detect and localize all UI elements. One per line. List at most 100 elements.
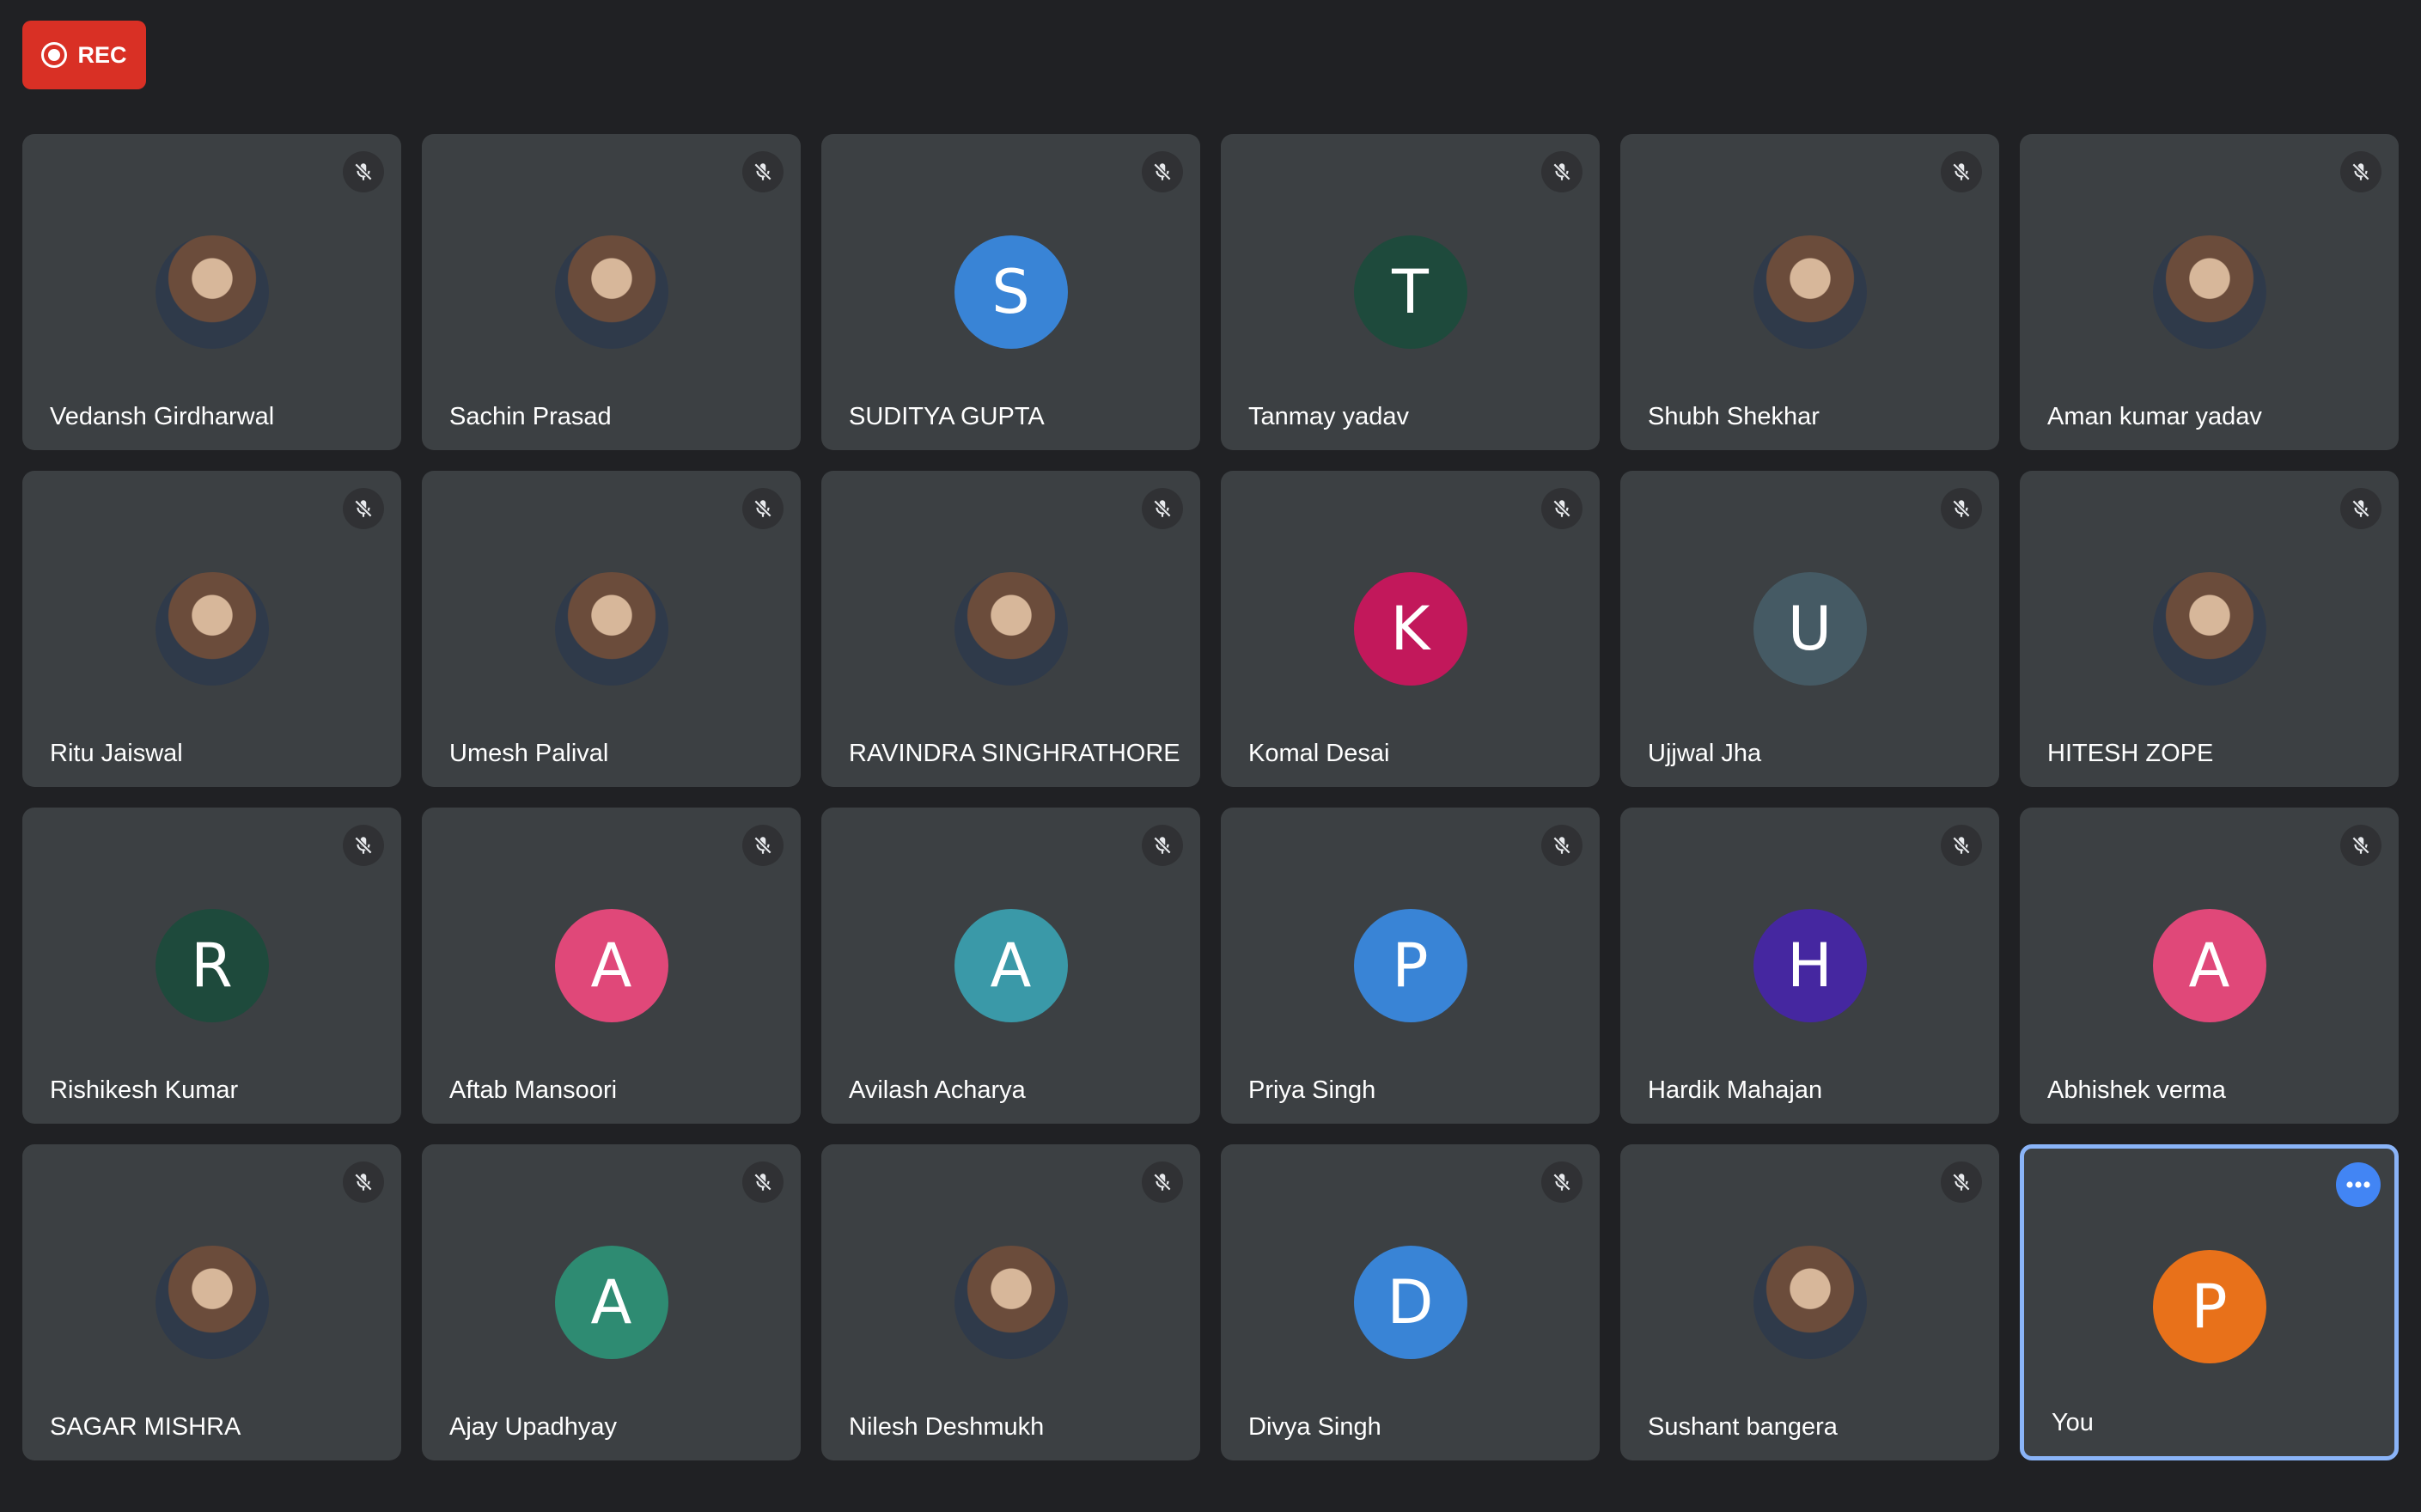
mic-muted-icon <box>742 1161 784 1203</box>
mic-muted-icon <box>742 825 784 866</box>
mic-muted-icon <box>1142 488 1183 529</box>
avatar-initial: H <box>1753 909 1867 1022</box>
participant-name: Sushant bangera <box>1648 1413 1838 1441</box>
more-options-icon[interactable] <box>2336 1162 2381 1207</box>
record-icon <box>41 42 68 68</box>
avatar-initial: S <box>954 235 1068 349</box>
recording-label: REC <box>77 41 127 68</box>
participant-tile[interactable]: Umesh Palival <box>422 471 801 787</box>
avatar-photo <box>155 235 269 349</box>
participant-tile[interactable]: A Abhishek verma <box>2020 808 2399 1124</box>
meeting-stage: REC Vedansh Girdharwal Sachin Prasad S SUDI… <box>0 0 2421 1512</box>
participant-name: Avilash Acharya <box>849 1076 1026 1104</box>
avatar-photo <box>554 572 668 686</box>
mic-muted-icon <box>742 151 784 192</box>
participant-tile[interactable]: Nilesh Deshmukh <box>821 1144 1200 1460</box>
mic-muted-icon <box>343 825 384 866</box>
participant-name: Ritu Jaiswal <box>50 740 183 767</box>
participant-tile[interactable]: Ritu Jaiswal <box>22 471 401 787</box>
mic-muted-icon <box>1541 1161 1582 1203</box>
participant-tile[interactable]: Sachin Prasad <box>422 134 801 450</box>
avatar-photo <box>954 1246 1068 1359</box>
participant-name: Shubh Shekhar <box>1648 403 1820 430</box>
avatar-photo <box>155 572 269 686</box>
participant-name: Hardik Mahajan <box>1648 1076 1823 1104</box>
participant-name: Umesh Palival <box>449 740 609 767</box>
participant-name: RAVINDRA SINGHRATHORE <box>849 740 1180 767</box>
participant-name: SUDITYA GUPTA <box>849 403 1045 430</box>
mic-muted-icon <box>1541 825 1582 866</box>
avatar-photo <box>1753 235 1867 349</box>
participant-name: Tanmay yadav <box>1248 403 1409 430</box>
participant-name: Priya Singh <box>1248 1076 1376 1104</box>
participant-tile[interactable]: Shubh Shekhar <box>1620 134 1999 450</box>
participant-name: Komal Desai <box>1248 740 1390 767</box>
participant-tile[interactable]: SAGAR MISHRA <box>22 1144 401 1460</box>
avatar-photo <box>155 1246 269 1359</box>
mic-muted-icon <box>1142 1161 1183 1203</box>
participant-name: Ajay Upadhyay <box>449 1413 618 1441</box>
participant-name: HITESH ZOPE <box>2047 740 2214 767</box>
participant-name: You <box>2052 1409 2094 1436</box>
participant-tile[interactable]: RAVINDRA SINGHRATHORE <box>821 471 1200 787</box>
recording-indicator[interactable]: REC <box>22 21 146 89</box>
mic-muted-icon <box>1142 825 1183 866</box>
mic-muted-icon <box>1941 488 1982 529</box>
participant-tile[interactable]: S SUDITYA GUPTA <box>821 134 1200 450</box>
self-tile[interactable]: P You <box>2020 1144 2399 1460</box>
avatar-initial: A <box>554 1246 668 1359</box>
participant-name: Sachin Prasad <box>449 403 612 430</box>
avatar-initial: K <box>1353 572 1467 686</box>
mic-muted-icon <box>1941 1161 1982 1203</box>
avatar-initial: A <box>954 909 1068 1022</box>
avatar-initial: D <box>1353 1246 1467 1359</box>
participant-tile[interactable]: Vedansh Girdharwal <box>22 134 401 450</box>
participant-name: Rishikesh Kumar <box>50 1076 239 1104</box>
mic-muted-icon <box>2340 151 2381 192</box>
avatar-initial: A <box>2152 909 2266 1022</box>
participant-name: Abhishek verma <box>2047 1076 2226 1104</box>
mic-muted-icon <box>1941 151 1982 192</box>
avatar-photo <box>1753 1246 1867 1359</box>
mic-muted-icon <box>742 488 784 529</box>
avatar-initial: U <box>1753 572 1867 686</box>
avatar-initial: P <box>2152 1250 2266 1363</box>
participant-grid: Vedansh Girdharwal Sachin Prasad S SUDITYA … <box>22 134 2400 1460</box>
mic-muted-icon <box>2340 488 2381 529</box>
avatar-photo <box>554 235 668 349</box>
participant-tile[interactable]: Aman kumar yadav <box>2020 134 2399 450</box>
participant-tile[interactable]: A Ajay Upadhyay <box>422 1144 801 1460</box>
participant-name: Aman kumar yadav <box>2047 403 2262 430</box>
mic-muted-icon <box>1541 151 1582 192</box>
participant-tile[interactable]: U Ujjwal Jha <box>1620 471 1999 787</box>
participant-tile[interactable]: D Divya Singh <box>1221 1144 1600 1460</box>
participant-tile[interactable]: H Hardik Mahajan <box>1620 808 1999 1124</box>
avatar-initial: T <box>1353 235 1467 349</box>
mic-muted-icon <box>2340 825 2381 866</box>
participant-tile[interactable]: A Aftab Mansoori <box>422 808 801 1124</box>
mic-muted-icon <box>343 488 384 529</box>
avatar-photo <box>954 572 1068 686</box>
avatar-photo <box>2152 572 2266 686</box>
participant-tile[interactable]: P Priya Singh <box>1221 808 1600 1124</box>
participant-name: Aftab Mansoori <box>449 1076 618 1104</box>
avatar-initial: R <box>155 909 269 1022</box>
participant-tile[interactable]: K Komal Desai <box>1221 471 1600 787</box>
participant-tile[interactable]: T Tanmay yadav <box>1221 134 1600 450</box>
avatar-photo <box>2152 235 2266 349</box>
participant-tile[interactable]: R Rishikesh Kumar <box>22 808 401 1124</box>
mic-muted-icon <box>1941 825 1982 866</box>
participant-name: SAGAR MISHRA <box>50 1413 241 1441</box>
participant-tile[interactable]: Sushant bangera <box>1620 1144 1999 1460</box>
avatar-initial: A <box>554 909 668 1022</box>
participant-name: Vedansh Girdharwal <box>50 403 275 430</box>
participant-tile[interactable]: HITESH ZOPE <box>2020 471 2399 787</box>
mic-muted-icon <box>1142 151 1183 192</box>
mic-muted-icon <box>343 151 384 192</box>
mic-muted-icon <box>1541 488 1582 529</box>
participant-name: Ujjwal Jha <box>1648 740 1762 767</box>
participant-tile[interactable]: A Avilash Acharya <box>821 808 1200 1124</box>
participant-name: Nilesh Deshmukh <box>849 1413 1045 1441</box>
avatar-initial: P <box>1353 909 1467 1022</box>
participant-name: Divya Singh <box>1248 1413 1381 1441</box>
